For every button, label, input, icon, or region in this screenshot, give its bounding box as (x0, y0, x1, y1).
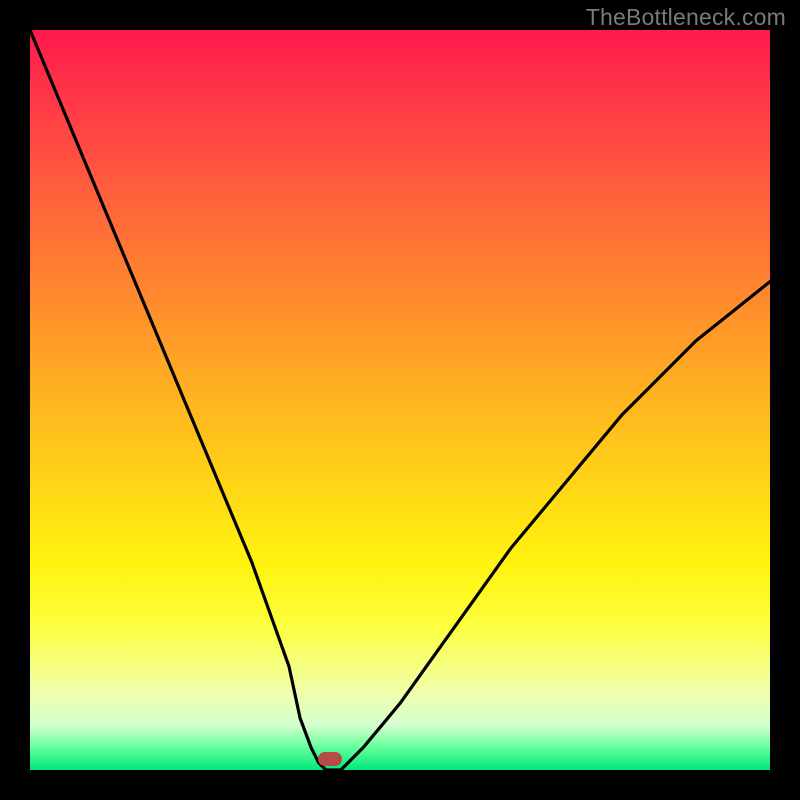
bottleneck-curve-path (30, 30, 770, 770)
watermark-text: TheBottleneck.com (586, 4, 786, 31)
chart-frame: TheBottleneck.com (0, 0, 800, 800)
curve-svg (30, 30, 770, 770)
optimal-point-marker (318, 752, 342, 766)
plot-area (30, 30, 770, 770)
